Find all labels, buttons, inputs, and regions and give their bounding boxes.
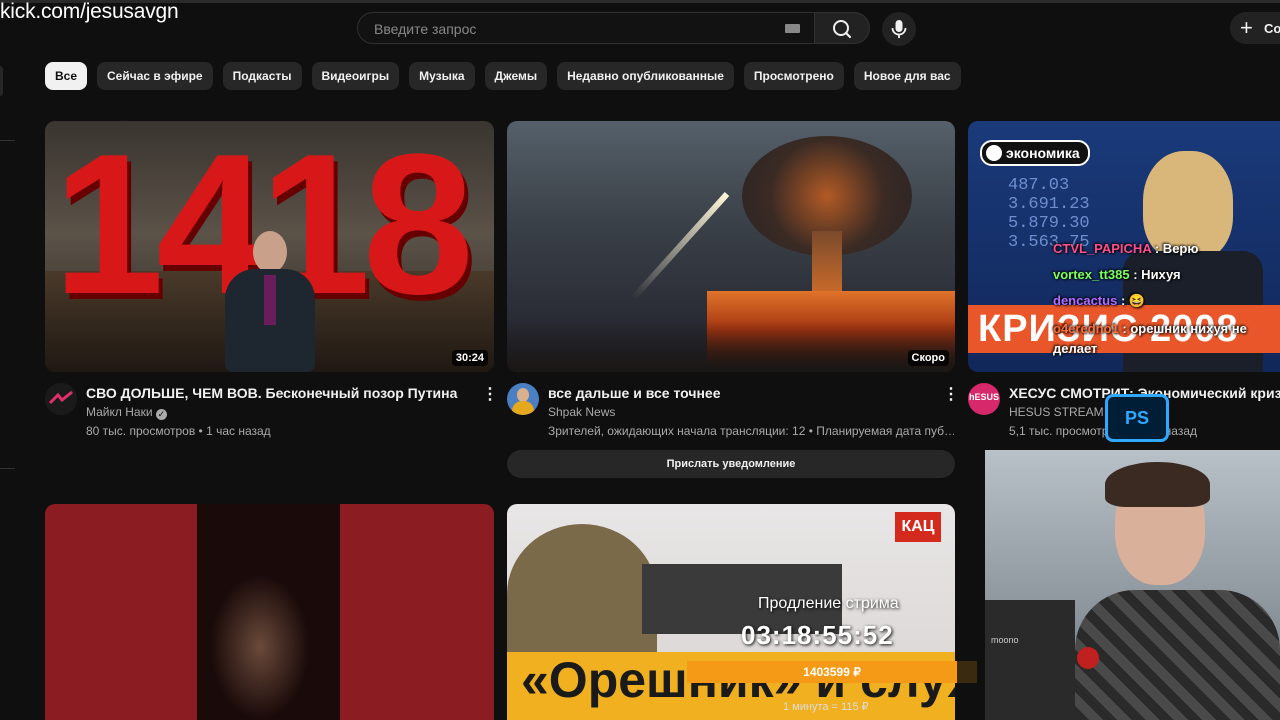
thumbnail-missile-trail [631,191,730,301]
chip-jams[interactable]: Джемы [484,62,548,90]
chip-live[interactable]: Сейчас в эфире [97,62,213,90]
keyboard-icon[interactable] [785,24,800,33]
channel-avatar[interactable] [507,383,539,415]
more-options-icon[interactable]: ⋮ [482,384,498,404]
verified-icon: ✓ [155,409,167,420]
chat-message: o4eredno1 : орешник нихуя не делает [1053,319,1278,359]
channel-name[interactable]: Майкл Наки ✓ [86,405,167,420]
create-label: Со [1264,21,1280,36]
play-circle-icon [986,145,1002,161]
search-icon [833,20,852,39]
chat-text: : 😆 [1120,293,1146,308]
channel-avatar[interactable] [45,383,77,415]
webcam-hair [1105,462,1210,507]
video-thumbnail[interactable]: 1418 30:24 [45,121,494,372]
chip-new-for-you[interactable]: Новое для вас [853,62,961,90]
mic-logo-icon [1077,647,1099,669]
chat-username: o4eredno1 [1053,321,1119,336]
channel-avatar[interactable]: hESUS [968,383,1000,415]
donation-amount: 1403599 ₽ [803,665,861,679]
chip-music[interactable]: Музыка [409,62,475,90]
video-title[interactable]: СВО ДОЛЬШЕ, ЧЕМ ВОВ. Бесконечный позор П… [86,385,457,401]
category-badge: экономика [980,140,1090,166]
video-meta: 80 тыс. просмотров • 1 час назад [86,424,271,438]
more-options-icon[interactable]: ⋮ [943,384,959,404]
chip-watched[interactable]: Просмотрено [743,62,844,90]
thumbnail-people [210,574,310,720]
thumbnail-soldier [507,524,657,664]
chat-text: : Нихуя [1133,267,1181,282]
streamer-webcam: moono [985,450,1280,720]
channel-name[interactable]: HESUS STREAM [1009,405,1104,419]
chat-username: vortex_tt385 [1053,267,1130,282]
photoshop-icon: PS [1105,394,1169,442]
video-thumbnail[interactable] [45,504,494,720]
chip-scroll-left[interactable] [0,66,3,96]
sidebar-divider [0,468,15,469]
video-title[interactable]: все дальше и все точнее [548,385,720,401]
chat-message: vortex_tt385 : Нихуя [1053,267,1278,293]
webcam-microphone [985,600,1075,720]
create-button[interactable]: + Со [1230,12,1280,44]
upcoming-badge: Скоро [907,350,949,366]
voice-search-button[interactable] [882,12,916,46]
category-badge-label: экономика [1006,145,1080,161]
video-thumbnail[interactable]: Скоро [507,121,955,372]
webcam-shirt [1075,590,1280,720]
thumbnail-ground [507,321,955,372]
chip-recent[interactable]: Недавно опубликованные [557,62,734,90]
sidebar-divider [0,140,15,141]
channel-name[interactable]: Shpak News [548,405,615,419]
search-input[interactable] [372,20,776,38]
donation-rate-note: 1 минута = 115 ₽ [783,701,869,713]
chat-text: : Верю [1154,241,1199,256]
donation-progress-bar: 1403599 ₽ [687,661,977,683]
channel-name-text[interactable]: Майкл Наки [86,405,153,419]
stream-extension-label: Продление стрима [758,595,899,612]
top-border [0,0,1280,3]
channel-brand-badge: КАЦ [895,512,941,542]
thumbnail-person [220,231,320,372]
channel-logo-icon: hESUS [968,392,999,402]
stream-extension-timer: 03:18:55:52 [741,620,894,650]
channel-logo-icon [45,383,77,415]
webcam-label: moono [991,635,1019,645]
chat-overlay: CTVL_PAPICHA : Верю vortex_tt385 : Нихуя… [1053,241,1278,359]
duration-badge: 30:24 [451,350,488,366]
stream-url-watermark: kick.com/jesusavgn [0,0,179,23]
chat-message: CTVL_PAPICHA : Верю [1053,241,1278,267]
chip-podcasts[interactable]: Подкасты [222,62,302,90]
filter-chips: Все Сейчас в эфире Подкасты Видеоигры Му… [45,62,961,90]
chat-username: CTVL_PAPICHA [1053,241,1152,256]
microphone-icon [891,20,907,38]
chat-username: dencactus [1053,293,1118,308]
chip-gaming[interactable]: Видеоигры [311,62,400,90]
notify-button[interactable]: Прислать уведомление [507,450,955,478]
chat-message: dencactus : 😆 [1053,293,1278,319]
chip-all[interactable]: Все [45,62,88,90]
video-meta: Зрителей, ожидающих начала трансляции: 1… [548,424,954,438]
search-box[interactable] [357,12,815,44]
plus-icon: + [1240,15,1253,40]
search-button[interactable] [814,12,870,44]
